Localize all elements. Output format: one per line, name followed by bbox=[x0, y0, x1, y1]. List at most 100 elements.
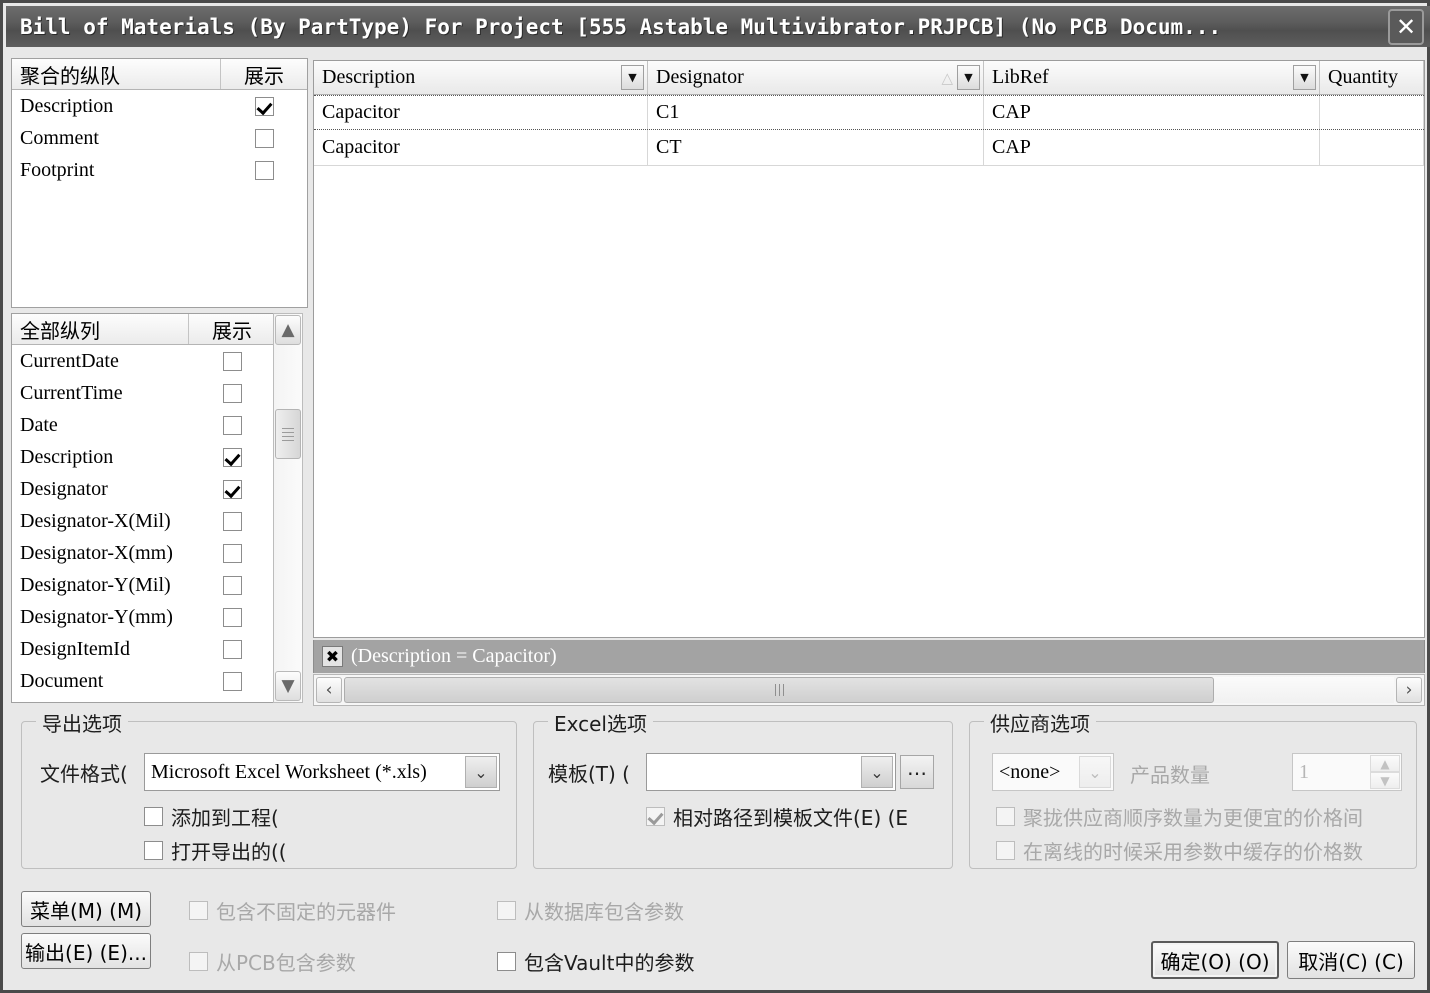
all-column-item[interactable]: CurrentDate bbox=[12, 345, 275, 377]
all-column-check-cell[interactable] bbox=[189, 639, 275, 659]
checkbox-icon[interactable] bbox=[222, 607, 242, 627]
include-vault-params-checkbox[interactable]: 包含Vault中的参数 bbox=[497, 947, 694, 976]
grouped-columns-panel: 聚合的纵队 展示 Description Comment Footprint bbox=[11, 58, 308, 308]
table-column-header[interactable]: Designator △ ▼ bbox=[648, 61, 984, 94]
scroll-down-arrow-icon[interactable]: ▼ bbox=[275, 671, 301, 701]
offline-cached-price-checkbox[interactable]: 在离线的时候采用参数中缓存的价格数 bbox=[996, 836, 1363, 865]
checkbox-icon[interactable] bbox=[222, 447, 242, 467]
all-column-check-cell[interactable] bbox=[189, 415, 275, 435]
export-button[interactable]: 输出(E) (E)... bbox=[21, 933, 151, 969]
all-columns-scrollbar[interactable]: ▲ ▼ bbox=[273, 313, 303, 703]
include-unfitted-check-icon[interactable] bbox=[189, 901, 208, 920]
all-column-item[interactable]: CurrentTime bbox=[12, 377, 275, 409]
include-unfitted-components-checkbox[interactable]: 包含不固定的元器件 bbox=[189, 896, 396, 925]
table-column-label: Description bbox=[322, 66, 416, 88]
all-column-item[interactable]: Designator-Y(Mil) bbox=[12, 569, 275, 601]
all-column-check-cell[interactable] bbox=[189, 607, 275, 627]
all-column-check-cell[interactable] bbox=[189, 351, 275, 371]
grouped-column-check-cell[interactable] bbox=[221, 128, 307, 148]
all-column-check-cell[interactable] bbox=[189, 671, 275, 691]
include-pcb-params-check-icon[interactable] bbox=[189, 952, 208, 971]
grouped-column-item[interactable]: Footprint bbox=[12, 154, 307, 186]
scroll-left-arrow-icon[interactable]: ‹ bbox=[316, 677, 342, 703]
all-column-item[interactable]: Designator bbox=[12, 473, 275, 505]
checkbox-icon[interactable] bbox=[222, 383, 242, 403]
include-db-params-check-icon[interactable] bbox=[497, 901, 516, 920]
grouped-column-check-cell[interactable] bbox=[221, 160, 307, 180]
grouped-column-item[interactable]: Comment bbox=[12, 122, 307, 154]
checkbox-icon[interactable] bbox=[222, 415, 242, 435]
ok-button[interactable]: 确定(O) (O) bbox=[1151, 941, 1279, 979]
all-column-check-cell[interactable] bbox=[189, 511, 275, 531]
template-combo[interactable]: ⌄ bbox=[646, 753, 896, 791]
chevron-down-icon[interactable]: ⌄ bbox=[861, 756, 893, 788]
include-db-params-checkbox[interactable]: 从数据库包含参数 bbox=[497, 896, 684, 925]
checkbox-icon[interactable] bbox=[254, 96, 274, 116]
checkbox-icon[interactable] bbox=[222, 479, 242, 499]
spin-down-icon[interactable]: ▼ bbox=[1370, 772, 1400, 789]
scroll-right-arrow-icon[interactable]: › bbox=[1396, 677, 1422, 703]
table-column-header[interactable]: Description ▼ bbox=[314, 61, 648, 94]
checkbox-icon[interactable] bbox=[222, 351, 242, 371]
close-icon[interactable]: ✕ bbox=[1388, 8, 1424, 45]
checkbox-icon[interactable] bbox=[222, 639, 242, 659]
all-column-check-cell[interactable] bbox=[189, 575, 275, 595]
column-filter-dropdown-icon[interactable]: ▼ bbox=[621, 65, 644, 90]
grouped-column-label: Description bbox=[20, 94, 114, 117]
checkbox-icon[interactable] bbox=[222, 511, 242, 531]
checkbox-icon[interactable] bbox=[254, 128, 274, 148]
checkbox-icon[interactable] bbox=[222, 671, 242, 691]
chevron-down-icon[interactable]: ⌄ bbox=[1079, 756, 1111, 788]
all-column-item[interactable]: Designator-X(mm) bbox=[12, 537, 275, 569]
all-column-item[interactable]: DesignItemId bbox=[12, 633, 275, 665]
all-column-check-cell[interactable] bbox=[189, 383, 275, 403]
all-column-check-cell[interactable] bbox=[189, 543, 275, 563]
spin-up-icon[interactable]: ▲ bbox=[1370, 755, 1400, 772]
include-pcb-params-checkbox[interactable]: 从PCB包含参数 bbox=[189, 947, 356, 976]
relative-template-path-checkbox[interactable]: 相对路径到模板文件(E) (E bbox=[646, 802, 908, 831]
all-column-item[interactable]: Description bbox=[12, 441, 275, 473]
all-column-item[interactable]: Date bbox=[12, 409, 275, 441]
quantity-spin-buttons[interactable]: ▲ ▼ bbox=[1370, 755, 1400, 789]
scroll-up-arrow-icon[interactable]: ▲ bbox=[275, 315, 301, 345]
browse-template-button[interactable]: … bbox=[900, 755, 934, 789]
chevron-down-icon[interactable]: ⌄ bbox=[465, 756, 497, 788]
table-row[interactable]: Capacitor C1 CAP bbox=[314, 95, 1424, 130]
column-filter-dropdown-icon[interactable]: ▼ bbox=[957, 65, 980, 90]
checkbox-icon[interactable] bbox=[222, 575, 242, 595]
relative-template-path-check-icon[interactable] bbox=[646, 807, 665, 826]
all-column-check-cell[interactable] bbox=[189, 479, 275, 499]
aggregate-supplier-order-check-icon[interactable] bbox=[996, 807, 1015, 826]
table-row[interactable]: Capacitor CT CAP bbox=[314, 130, 1424, 166]
add-to-project-checkbox[interactable]: 添加到工程( bbox=[144, 802, 279, 831]
title-bar: Bill of Materials (By PartType) For Proj… bbox=[6, 6, 1430, 47]
product-quantity-stepper[interactable]: 1 ▲ ▼ bbox=[1292, 753, 1402, 791]
all-column-check-cell[interactable] bbox=[189, 447, 275, 467]
offline-cached-price-check-icon[interactable] bbox=[996, 841, 1015, 860]
aggregate-supplier-order-checkbox[interactable]: 聚拢供应商顺序数量为更便宜的价格间 bbox=[996, 802, 1363, 831]
checkbox-icon[interactable] bbox=[222, 543, 242, 563]
column-filter-dropdown-icon[interactable]: ▼ bbox=[1293, 65, 1316, 90]
include-vault-params-check-icon[interactable] bbox=[497, 952, 516, 971]
grouped-column-item[interactable]: Description bbox=[12, 90, 307, 122]
hscrollbar-track[interactable] bbox=[344, 677, 1394, 703]
cancel-button[interactable]: 取消(C) (C) bbox=[1287, 941, 1415, 979]
clear-filter-icon[interactable]: ✖ bbox=[322, 646, 343, 667]
hscrollbar-thumb[interactable] bbox=[344, 677, 1214, 703]
supplier-combo[interactable]: <none> ⌄ bbox=[992, 753, 1114, 791]
add-to-project-check-icon[interactable] bbox=[144, 807, 163, 826]
all-column-item[interactable]: Designator-X(Mil) bbox=[12, 505, 275, 537]
table-column-header[interactable]: LibRef ▼ bbox=[984, 61, 1320, 94]
grouped-column-check-cell[interactable] bbox=[221, 96, 307, 116]
table-column-header[interactable]: Quantity bbox=[1320, 61, 1424, 94]
open-exported-check-icon[interactable] bbox=[144, 841, 163, 860]
menu-button[interactable]: 菜单(M) (M) bbox=[21, 891, 151, 927]
all-column-item[interactable]: Designator-Y(mm) bbox=[12, 601, 275, 633]
checkbox-icon[interactable] bbox=[254, 160, 274, 180]
file-format-combo[interactable]: Microsoft Excel Worksheet (*.xls) ⌄ bbox=[144, 753, 500, 791]
scrollbar-thumb[interactable] bbox=[275, 409, 301, 459]
open-exported-checkbox[interactable]: 打开导出的(( bbox=[144, 836, 287, 865]
table-horizontal-scrollbar[interactable]: ‹ › bbox=[313, 674, 1425, 706]
all-column-item[interactable]: Document bbox=[12, 665, 275, 697]
include-unfitted-label: 包含不固定的元器件 bbox=[216, 900, 396, 924]
